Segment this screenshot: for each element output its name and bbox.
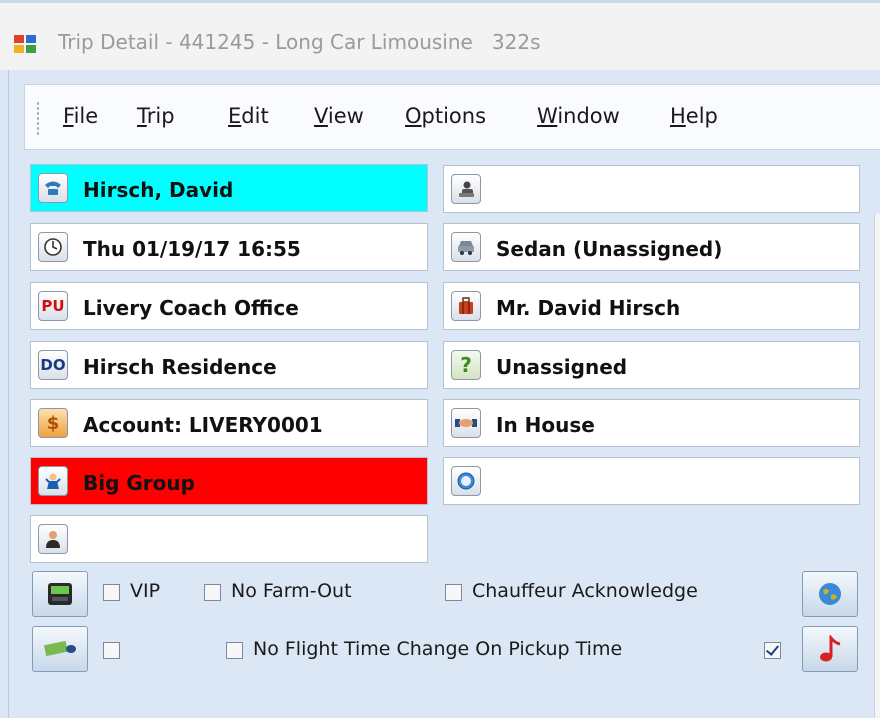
field-customer[interactable]: Hirsch, David	[30, 164, 428, 212]
sound-button[interactable]	[802, 626, 858, 672]
person-icon[interactable]	[38, 524, 68, 554]
pager-button[interactable]	[32, 571, 88, 617]
menu-options[interactable]: Options	[405, 104, 486, 128]
chauffeur-acknowledge-checkbox[interactable]	[445, 584, 462, 601]
sound-checkbox[interactable]	[764, 642, 781, 659]
no-flight-time-change-label: No Flight Time Change On Pickup Time	[253, 638, 623, 660]
field-group[interactable]: Big Group	[30, 457, 428, 505]
chauffeur-icon[interactable]	[451, 174, 481, 204]
title-bar: Trip Detail - 441245 - Long Car Limousin…	[0, 0, 880, 70]
affiliate-label: In House	[496, 413, 595, 437]
field-pickup[interactable]: PU Livery Coach Office	[30, 282, 428, 330]
music-note-icon	[820, 635, 841, 662]
question-icon-label: ?	[460, 353, 472, 377]
dropoff-location: Hirsch Residence	[83, 355, 277, 379]
phone-icon[interactable]	[38, 173, 68, 203]
field-datetime[interactable]: Thu 01/19/17 16:55	[30, 223, 428, 271]
dropoff-icon[interactable]: DO	[38, 350, 68, 380]
globe-button[interactable]	[802, 571, 858, 617]
menu-edit[interactable]: Edit	[228, 104, 269, 128]
assignment-status: Unassigned	[496, 355, 628, 379]
passenger-name: Mr. David Hirsch	[496, 296, 681, 320]
unlabeled-checkbox[interactable]	[103, 642, 120, 659]
no-flight-time-change-checkbox[interactable]	[226, 642, 243, 659]
menu-trip[interactable]: Trip	[137, 104, 175, 128]
question-icon[interactable]: ?	[451, 350, 481, 380]
vip-checkbox[interactable]	[103, 584, 120, 601]
globe-icon[interactable]	[451, 466, 481, 496]
menu-file[interactable]: File	[63, 104, 98, 128]
chauffeur-acknowledge-label: Chauffeur Acknowledge	[472, 580, 698, 602]
field-affiliate[interactable]: In House	[443, 399, 860, 447]
app-window-icon	[14, 35, 36, 53]
field-chauffeur[interactable]	[443, 165, 860, 213]
field-vehicle[interactable]: Sedan (Unassigned)	[443, 223, 860, 271]
field-status[interactable]: ? Unassigned	[443, 341, 860, 389]
field-person[interactable]	[30, 515, 428, 563]
no-farm-out-label: No Farm-Out	[231, 580, 352, 602]
field-passenger[interactable]: Mr. David Hirsch	[443, 282, 860, 330]
pickup-icon[interactable]: PU	[38, 291, 68, 321]
handshake-icon[interactable]	[451, 408, 481, 438]
group-icon[interactable]	[38, 466, 68, 496]
field-dropoff[interactable]: DO Hirsch Residence	[30, 341, 428, 389]
account-label: Account: LIVERY0001	[83, 413, 323, 437]
clock-icon[interactable]	[38, 232, 68, 262]
group-label: Big Group	[83, 471, 195, 495]
dropoff-icon-label: DO	[40, 356, 66, 374]
money-button[interactable]	[32, 626, 88, 672]
pickup-location: Livery Coach Office	[83, 296, 299, 320]
luggage-icon[interactable]	[451, 291, 481, 321]
panel-edge	[874, 214, 880, 718]
vehicle-type: Sedan (Unassigned)	[496, 237, 723, 261]
money-icon	[43, 640, 76, 657]
trip-datetime: Thu 01/19/17 16:55	[83, 237, 301, 261]
window-title: Trip Detail - 441245 - Long Car Limousin…	[58, 30, 541, 54]
world-icon	[819, 583, 841, 605]
menu-view[interactable]: View	[314, 104, 364, 128]
pager-icon	[48, 583, 72, 605]
toolbar-grip[interactable]	[36, 101, 40, 137]
menu-window[interactable]: Window	[537, 104, 620, 128]
car-icon[interactable]	[451, 232, 481, 262]
vip-label: VIP	[130, 580, 161, 602]
no-farm-out-checkbox[interactable]	[204, 584, 221, 601]
dollar-icon[interactable]: $	[38, 408, 68, 438]
menu-help[interactable]: Help	[670, 104, 718, 128]
field-web[interactable]	[443, 457, 860, 505]
field-account[interactable]: $ Account: LIVERY0001	[30, 399, 428, 447]
pickup-icon-label: PU	[41, 297, 65, 315]
customer-name: Hirsch, David	[83, 178, 234, 202]
